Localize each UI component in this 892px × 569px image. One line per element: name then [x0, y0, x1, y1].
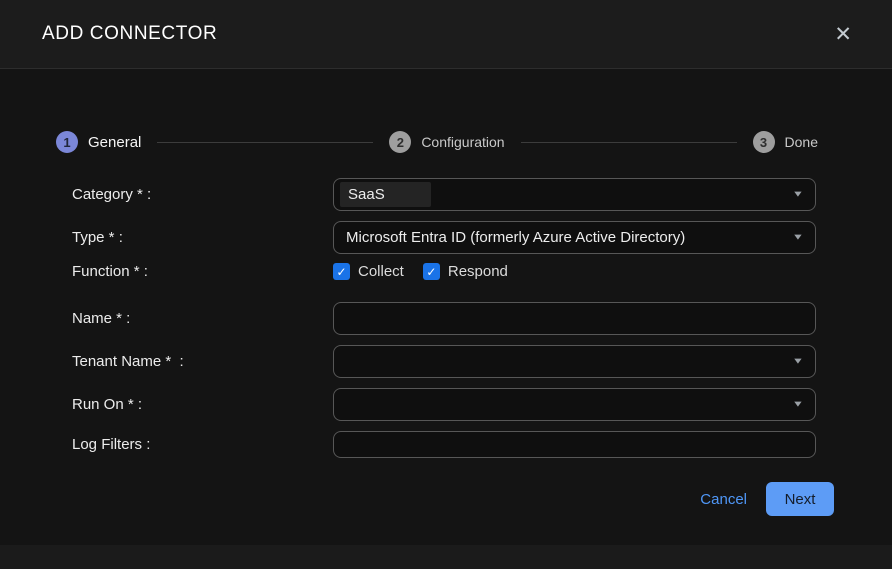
close-icon[interactable]: ✕	[834, 24, 852, 45]
type-row: Type * : Microsoft Entra ID (formerly Az…	[72, 221, 892, 254]
checkmark-icon: ✓	[423, 263, 440, 280]
step-configuration-label: Configuration	[421, 134, 504, 150]
tenant-name-row: Tenant Name * : ▼	[72, 345, 892, 378]
step-general: 1 General	[56, 131, 141, 153]
step-general-label: General	[88, 134, 141, 151]
step-general-circle: 1	[56, 131, 78, 153]
tenant-name-label: Tenant Name * :	[72, 353, 333, 370]
chevron-down-icon: ▼	[792, 190, 804, 199]
step-done-label: Done	[785, 134, 818, 150]
category-selected-value: SaaS	[340, 182, 431, 207]
name-input[interactable]	[333, 302, 816, 335]
dialog-title: ADD CONNECTOR	[42, 23, 217, 45]
stepper-connector-line	[521, 142, 737, 143]
add-connector-dialog: ADD CONNECTOR ✕ 1 General 2 Configuratio…	[0, 0, 892, 569]
cancel-button[interactable]: Cancel	[700, 491, 747, 508]
chevron-down-icon: ▼	[792, 400, 804, 409]
step-done-circle: 3	[753, 131, 775, 153]
chevron-down-icon: ▼	[792, 357, 804, 366]
run-on-label: Run On * :	[72, 396, 333, 413]
category-label: Category * :	[72, 186, 333, 203]
step-configuration: 2 Configuration	[389, 131, 504, 153]
function-row: Function * : ✓ Collect ✓ Respond	[72, 263, 892, 280]
log-filters-row: Log Filters :	[72, 431, 892, 458]
type-select[interactable]: Microsoft Entra ID (formerly Azure Activ…	[333, 221, 816, 254]
stepper: 1 General 2 Configuration 3 Done	[0, 69, 892, 153]
connector-form: Category * : SaaS ▼ Type * : Microsoft E…	[0, 153, 892, 516]
name-label: Name * :	[72, 310, 333, 327]
dialog-actions: Cancel Next	[72, 468, 892, 516]
dialog-header: ADD CONNECTOR ✕	[0, 0, 892, 69]
category-select[interactable]: SaaS ▼	[333, 178, 816, 211]
log-filters-input[interactable]	[333, 431, 816, 458]
chevron-down-icon: ▼	[792, 233, 804, 242]
collect-checkbox[interactable]: ✓ Collect	[333, 263, 404, 280]
checkmark-icon: ✓	[333, 263, 350, 280]
respond-checkbox[interactable]: ✓ Respond	[423, 263, 508, 280]
run-on-row: Run On * : ▼	[72, 388, 892, 421]
dialog-body: 1 General 2 Configuration 3 Done Categor…	[0, 69, 892, 545]
tenant-name-select[interactable]: ▼	[333, 345, 816, 378]
category-row: Category * : SaaS ▼	[72, 178, 892, 211]
log-filters-label: Log Filters :	[72, 436, 333, 453]
stepper-connector-line	[157, 142, 373, 143]
respond-checkbox-label: Respond	[448, 263, 508, 280]
type-label: Type * :	[72, 229, 333, 246]
function-label: Function * :	[72, 263, 333, 280]
function-checkbox-group: ✓ Collect ✓ Respond	[333, 263, 816, 280]
run-on-select[interactable]: ▼	[333, 388, 816, 421]
step-done: 3 Done	[753, 131, 818, 153]
dialog-footer-strip	[0, 545, 892, 569]
name-row: Name * :	[72, 302, 892, 335]
collect-checkbox-label: Collect	[358, 263, 404, 280]
step-configuration-circle: 2	[389, 131, 411, 153]
next-button[interactable]: Next	[766, 482, 834, 516]
type-selected-value: Microsoft Entra ID (formerly Azure Activ…	[346, 229, 685, 246]
